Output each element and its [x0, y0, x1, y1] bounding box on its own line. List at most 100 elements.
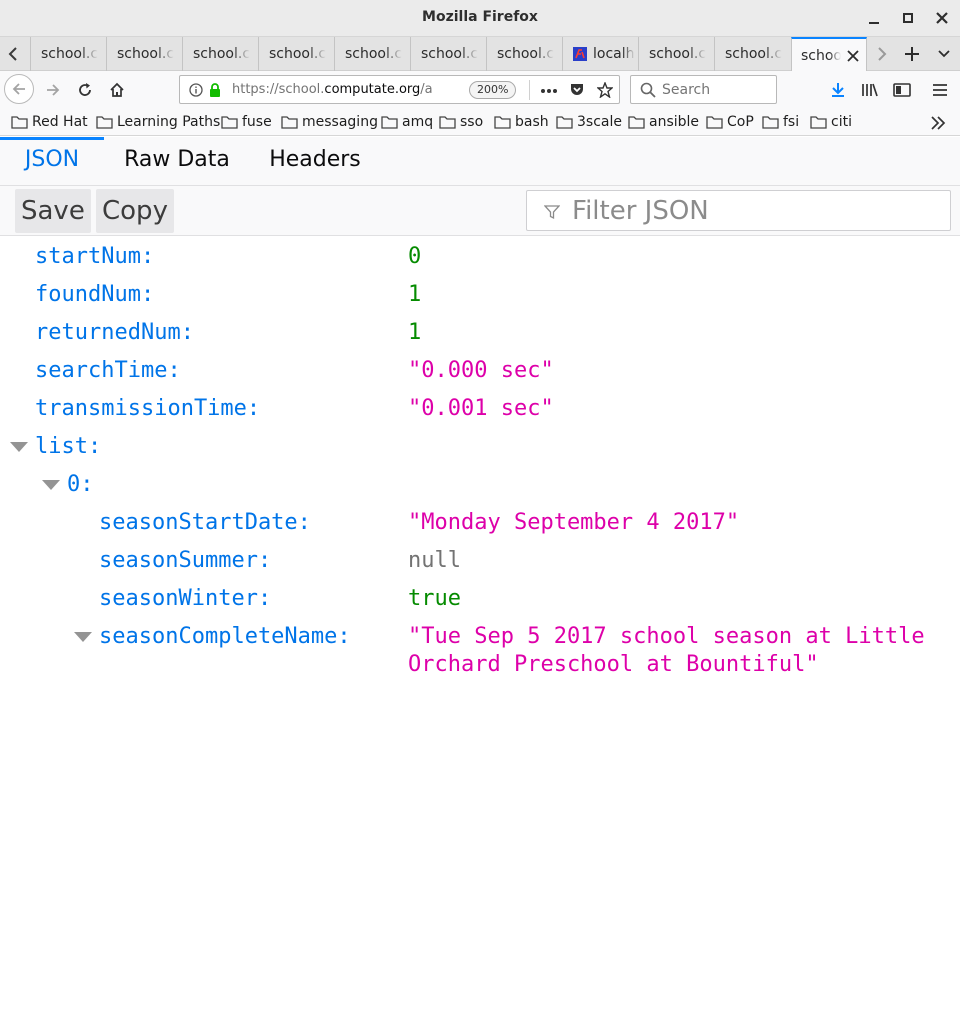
json-value: 0 — [408, 244, 422, 269]
tab-json[interactable]: JSON — [22, 137, 82, 186]
json-key: seasonCompleteName: — [99, 624, 351, 649]
json-viewer-tabs: JSON Raw Data Headers — [0, 137, 960, 186]
tab-localhost[interactable]: localh — [562, 37, 638, 71]
tab-school-8[interactable]: school.c — [638, 37, 714, 71]
json-value-line-2: Orchard Preschool at Bountiful" — [408, 652, 819, 677]
maximize-button[interactable] — [898, 8, 918, 28]
tab-school-4[interactable]: school.c — [258, 37, 334, 71]
copy-button[interactable]: Copy — [96, 189, 174, 233]
tab-school-7[interactable]: school.c — [486, 37, 562, 71]
zoom-level-badge[interactable]: 200% — [469, 81, 517, 99]
url-text[interactable]: https://school.computate.org/a — [232, 82, 437, 97]
folder-icon — [281, 116, 298, 129]
folder-icon — [810, 116, 827, 129]
tab-school-5[interactable]: school.c — [334, 37, 410, 71]
json-row-transmissiontime[interactable]: transmissionTime: "0.001 sec" — [0, 390, 960, 428]
reload-icon — [79, 83, 91, 96]
json-row-seasoncompletename[interactable]: seasonCompleteName: "Tue Sep 5 2017 scho… — [0, 618, 960, 680]
filter-funnel-icon — [544, 205, 560, 220]
folder-icon — [628, 116, 645, 129]
url-bar[interactable]: https://school.computate.org/a 200% — [179, 75, 620, 104]
tab-raw-data[interactable]: Raw Data — [119, 137, 235, 186]
reload-button[interactable] — [71, 76, 99, 104]
list-all-tabs-button[interactable] — [930, 37, 958, 71]
json-key: list: — [35, 434, 102, 459]
json-key: 0: — [67, 472, 94, 497]
expand-toggle-icon[interactable] — [74, 632, 92, 642]
bookmark-folder-3scale[interactable]: 3scale — [556, 113, 622, 131]
tab-scroll-left-button[interactable] — [0, 37, 26, 71]
search-input[interactable] — [662, 82, 762, 98]
bookmark-folder-citi[interactable]: citi — [810, 113, 852, 131]
folder-icon — [96, 116, 113, 129]
tab-school-2[interactable]: school.c — [106, 37, 182, 71]
json-key: transmissionTime: — [35, 396, 261, 421]
search-box[interactable] — [630, 75, 777, 104]
bookmark-folder-fuse[interactable]: fuse — [221, 113, 272, 131]
bookmark-folder-messaging[interactable]: messaging — [281, 113, 378, 131]
json-row-seasonstartdate[interactable]: seasonStartDate: "Monday September 4 201… — [0, 504, 960, 542]
json-key: seasonWinter: — [99, 586, 272, 611]
lock-icon — [210, 83, 220, 97]
folder-icon — [556, 116, 573, 129]
json-value-line-1: "Tue Sep 5 2017 school season at Little — [408, 624, 925, 649]
navigation-toolbar: https://school.computate.org/a 200% — [0, 71, 960, 108]
json-row-foundnum[interactable]: foundNum: 1 — [0, 276, 960, 314]
json-value: "0.000 sec" — [408, 358, 554, 383]
home-button[interactable] — [103, 76, 131, 104]
bookmark-folder-fsi[interactable]: fsi — [762, 113, 799, 131]
page-actions-icon[interactable] — [540, 88, 558, 94]
tab-school-9[interactable]: school.c — [714, 37, 790, 71]
bookmark-folder-learning-paths[interactable]: Learning Paths — [96, 113, 220, 131]
bookmark-folder-ansible[interactable]: ansible — [628, 113, 699, 131]
json-key: foundNum: — [35, 282, 155, 307]
save-button[interactable]: Save — [15, 189, 91, 233]
json-value: true — [408, 586, 461, 611]
json-row-list[interactable]: list: — [0, 428, 960, 466]
bookmark-folder-amq[interactable]: amq — [381, 113, 433, 131]
chevron-down-icon — [938, 50, 950, 58]
chevron-right-icon — [878, 47, 887, 61]
close-window-button[interactable] — [932, 8, 952, 28]
menu-button[interactable] — [926, 76, 954, 104]
json-row-list-item-0[interactable]: 0: — [0, 466, 960, 504]
download-arrow-icon — [832, 83, 844, 97]
pocket-icon[interactable] — [569, 82, 585, 98]
close-tab-icon[interactable] — [847, 49, 859, 62]
json-value: 1 — [408, 282, 422, 307]
back-button[interactable] — [4, 74, 34, 104]
forward-button[interactable] — [39, 76, 67, 104]
library-button[interactable] — [856, 76, 884, 104]
bookmarks-overflow-button[interactable] — [930, 114, 950, 132]
star-bookmark-icon[interactable] — [597, 82, 613, 98]
new-tab-button[interactable] — [898, 37, 926, 71]
tab-school-3[interactable]: school.c — [182, 37, 258, 71]
bookmark-folder-cop[interactable]: CoP — [706, 113, 754, 131]
json-row-startnum[interactable]: startNum: 0 — [0, 238, 960, 276]
bookmark-folder-bash[interactable]: bash — [494, 113, 549, 131]
json-row-seasonsummer[interactable]: seasonSummer: null — [0, 542, 960, 580]
bookmark-folder-red-hat[interactable]: Red Hat — [11, 113, 88, 131]
tab-school-1[interactable]: school.c — [30, 37, 106, 71]
home-icon — [110, 82, 124, 97]
sidebar-button[interactable] — [888, 76, 916, 104]
tab-headers[interactable]: Headers — [266, 137, 364, 186]
filter-json-input[interactable]: Filter JSON — [526, 190, 951, 231]
double-chevron-right-icon — [931, 116, 946, 130]
json-key: returnedNum: — [35, 320, 194, 345]
info-icon[interactable] — [189, 83, 203, 97]
tab-school-active[interactable]: schoo — [791, 37, 867, 72]
tab-school-6[interactable]: school.c — [410, 37, 486, 71]
expand-toggle-icon[interactable] — [42, 480, 60, 490]
json-toolbar: Save Copy Filter JSON — [0, 186, 960, 236]
json-row-searchtime[interactable]: searchTime: "0.000 sec" — [0, 352, 960, 390]
json-row-returnednum[interactable]: returnedNum: 1 — [0, 314, 960, 352]
folder-icon — [439, 116, 456, 129]
json-value: "0.001 sec" — [408, 396, 554, 421]
expand-toggle-icon[interactable] — [10, 442, 28, 452]
bookmark-folder-sso[interactable]: sso — [439, 113, 483, 131]
minimize-button[interactable] — [864, 8, 884, 28]
tab-scroll-right-button[interactable] — [869, 37, 895, 71]
json-row-seasonwinter[interactable]: seasonWinter: true — [0, 580, 960, 618]
downloads-button[interactable] — [824, 76, 852, 104]
